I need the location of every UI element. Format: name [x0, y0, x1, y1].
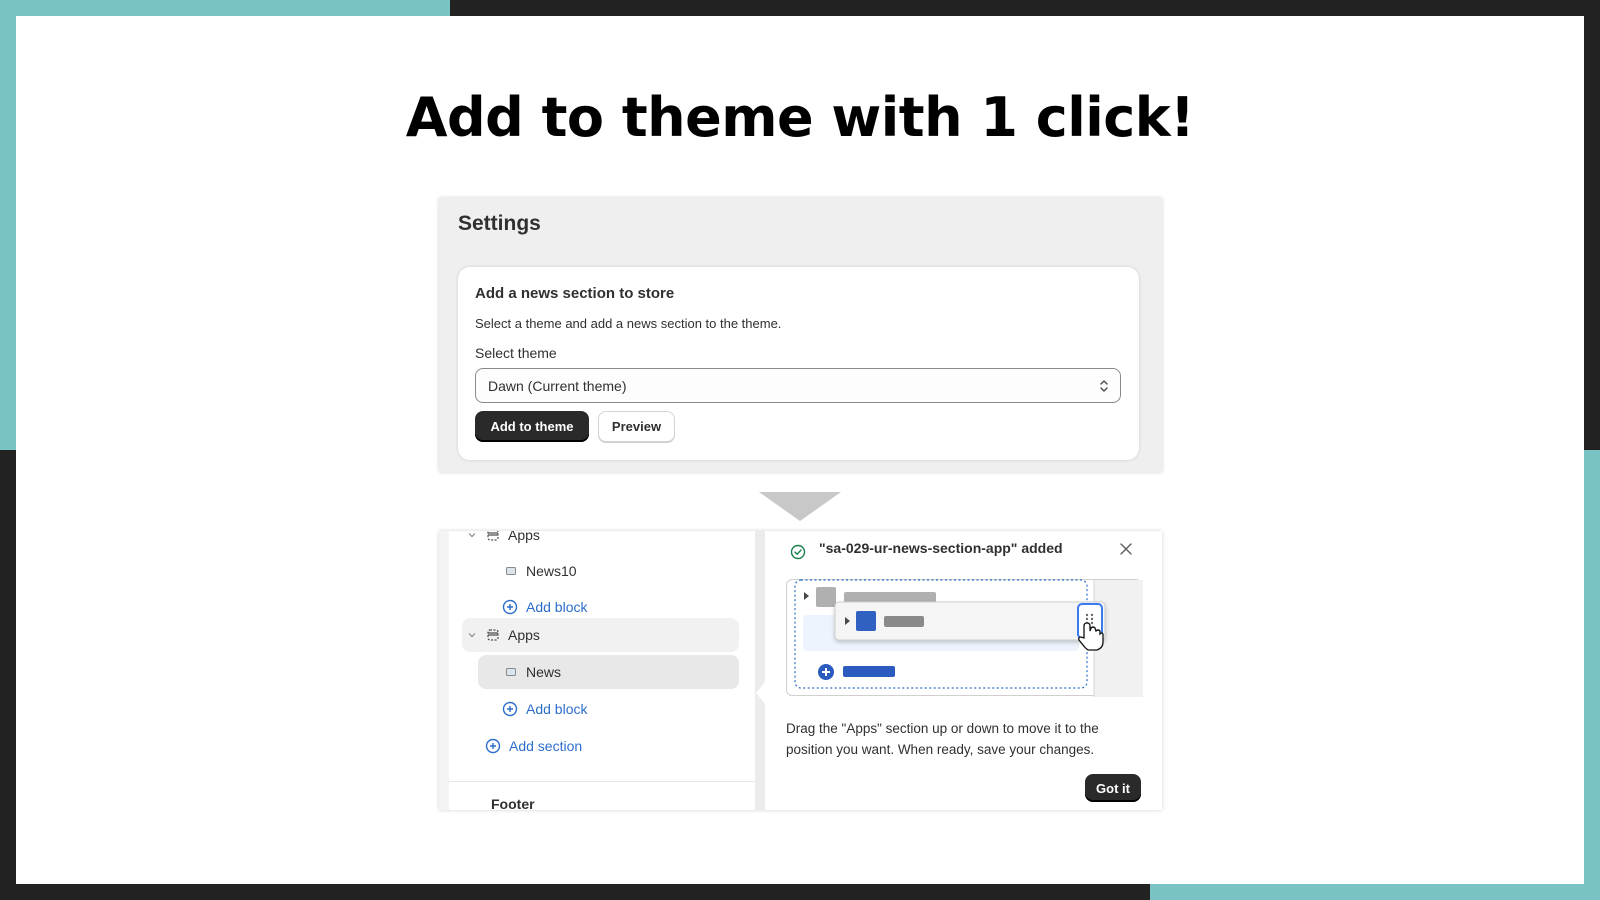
tree-label: Add block: [526, 701, 588, 717]
theme-select-value: Dawn (Current theme): [488, 378, 627, 394]
plus-circle-icon: [485, 738, 501, 754]
popover-message: Drag the "Apps" section up or down to mo…: [786, 721, 1099, 757]
tree-divider: [449, 781, 765, 782]
plus-circle-icon: [502, 701, 518, 717]
tree-label: Apps: [508, 531, 540, 543]
add-to-theme-button[interactable]: Add to theme: [475, 411, 589, 442]
tree-label: Apps: [508, 627, 540, 643]
card-title: Add a news section to store: [475, 285, 675, 302]
check-circle-icon: [790, 544, 806, 560]
chevron-up-down-icon: [1100, 380, 1108, 392]
block-icon: [506, 668, 516, 676]
add-section-link[interactable]: Add section: [485, 729, 582, 763]
illustration-thumb: [816, 587, 836, 607]
theme-select[interactable]: Dawn (Current theme): [475, 368, 1121, 403]
arrow-down-icon: [759, 492, 841, 521]
chevron-down-icon: [468, 633, 476, 638]
add-block-link[interactable]: Add block: [502, 692, 587, 726]
drag-illustration-graphic: [794, 579, 1143, 697]
popover-title: "sa-029-ur-news-section-app" added: [819, 540, 1063, 556]
preview-button[interactable]: Preview: [598, 411, 675, 442]
illustration-bar: [844, 592, 936, 603]
tree-label: Add block: [526, 599, 588, 615]
tree-label: News: [526, 664, 562, 680]
slide-title: Add to theme with 1 click!: [405, 86, 1195, 149]
tree-label: Add section: [509, 738, 583, 754]
plus-circle-icon: [502, 599, 518, 615]
section-icon: [487, 629, 499, 641]
chevron-down-icon: [468, 533, 476, 538]
settings-panel: Settings Add a news section to store Sel…: [439, 198, 1162, 472]
panel-gutter: [755, 531, 765, 810]
section-added-popover: "sa-029-ur-news-section-app" added Drag …: [765, 531, 1162, 810]
tree-group-footer[interactable]: Footer: [491, 796, 535, 810]
select-theme-label: Select theme: [475, 345, 557, 361]
section-tree: Apps News10 Add block Apps News Add bloc…: [439, 531, 765, 810]
close-icon[interactable]: [1118, 541, 1134, 557]
tree-section-apps[interactable]: Apps: [467, 531, 540, 552]
block-icon: [506, 567, 516, 575]
add-news-section-card: Add a news section to store Select a the…: [458, 267, 1139, 460]
settings-title: Settings: [458, 212, 541, 235]
got-it-button[interactable]: Got it: [1085, 774, 1141, 802]
drag-illustration: [786, 579, 1143, 697]
illustration-caret: [804, 592, 809, 600]
card-description: Select a theme and add a news section to…: [475, 316, 782, 331]
theme-editor-preview: Apps News10 Add block Apps News Add bloc…: [439, 531, 1162, 810]
tree-section-apps-new[interactable]: Apps: [462, 618, 739, 652]
tree-block-news[interactable]: News: [478, 655, 739, 689]
tree-block-news10[interactable]: News10: [504, 554, 577, 588]
tree-label: News10: [526, 563, 577, 579]
section-icon: [487, 531, 499, 541]
